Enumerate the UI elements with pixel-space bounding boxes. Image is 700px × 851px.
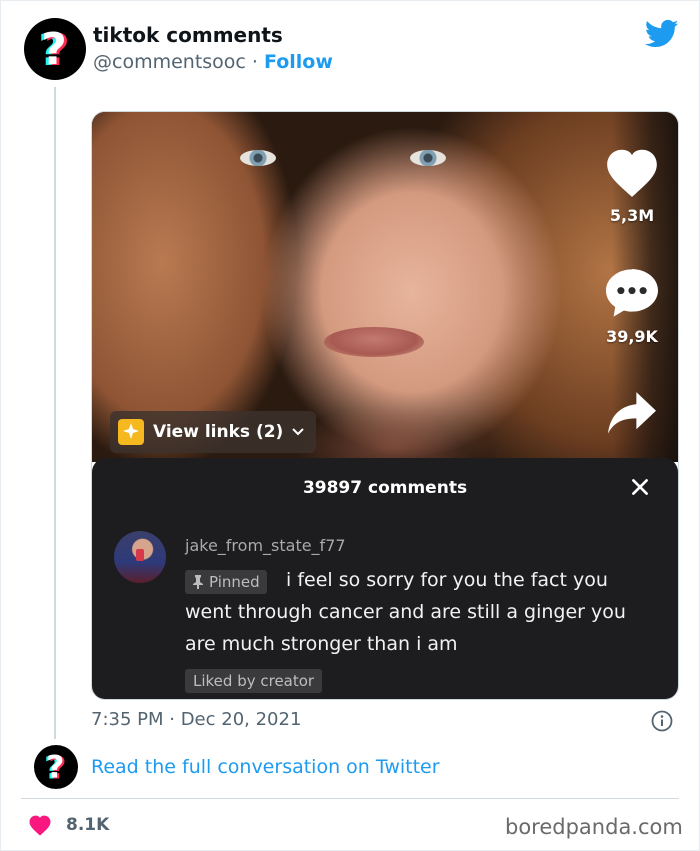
svg-text:?: ? [46, 750, 64, 786]
heart-icon [29, 815, 51, 836]
separator-dot: · [251, 51, 258, 73]
watermark: boredpanda.com [505, 815, 683, 839]
liked-by-creator-badge: Liked by creator [185, 669, 323, 693]
tweet-timestamp[interactable]: 7:35 PM · Dec 20, 2021 [91, 709, 301, 730]
like-button[interactable]: 8.1K [28, 814, 109, 836]
right-eye [410, 150, 446, 166]
heart-icon [607, 149, 657, 197]
author-avatar-small[interactable]: ? ? ? [34, 745, 78, 789]
tweet-like-count: 8.1K [66, 815, 110, 835]
video-still-face [92, 112, 678, 462]
author-avatar[interactable]: ? ? ? [24, 18, 86, 80]
twitter-bird-icon[interactable] [645, 19, 679, 49]
pin-icon [193, 575, 203, 589]
comments-panel-title: 39897 comments [302, 478, 468, 498]
chevron-down-icon [292, 428, 305, 436]
view-links-label: View links (2) [153, 422, 284, 442]
lips [324, 327, 424, 357]
view-links-button[interactable]: View links (2) [110, 411, 317, 453]
commenter-username[interactable]: jake_from_state_f77 [185, 536, 346, 555]
tweet-media-image[interactable]: 5,3M 39,9K View links (2) 39897 comments… [91, 111, 679, 700]
commenter-avatar[interactable] [114, 531, 166, 583]
follow-button[interactable]: Follow [264, 51, 333, 73]
like-action[interactable]: 5,3M [592, 146, 672, 225]
share-action[interactable] [592, 390, 672, 442]
tweet-card: ? ? ? tiktok comments @commentsooc · Fol… [0, 0, 700, 851]
pinned-badge: Pinned [185, 570, 267, 594]
comment-action[interactable]: 39,9K [592, 267, 672, 346]
share-arrow-icon [608, 392, 656, 434]
read-full-conversation-link[interactable]: Read the full conversation on Twitter [91, 756, 440, 778]
sparkle-icon [118, 419, 144, 445]
thread-line [54, 87, 56, 739]
handle-row: @commentsooc · Follow [93, 51, 333, 73]
left-eye [240, 150, 276, 166]
question-mark-avatar-icon: ? ? ? [38, 24, 70, 76]
svg-text:?: ? [41, 24, 67, 75]
like-count: 5,3M [609, 206, 655, 225]
pinned-label: Pinned [209, 573, 260, 591]
question-mark-avatar-icon: ? ? ? [44, 750, 66, 787]
author-handle[interactable]: @commentsooc [93, 51, 246, 73]
info-icon[interactable] [651, 710, 673, 732]
comment-count: 39,9K [606, 327, 658, 346]
comments-panel: 39897 comments jake_from_state_f77 i fee… [92, 458, 678, 699]
author-name[interactable]: tiktok comments [93, 23, 283, 47]
close-icon[interactable] [629, 476, 651, 498]
divider [21, 798, 679, 799]
comment-bubble-icon [606, 269, 658, 317]
